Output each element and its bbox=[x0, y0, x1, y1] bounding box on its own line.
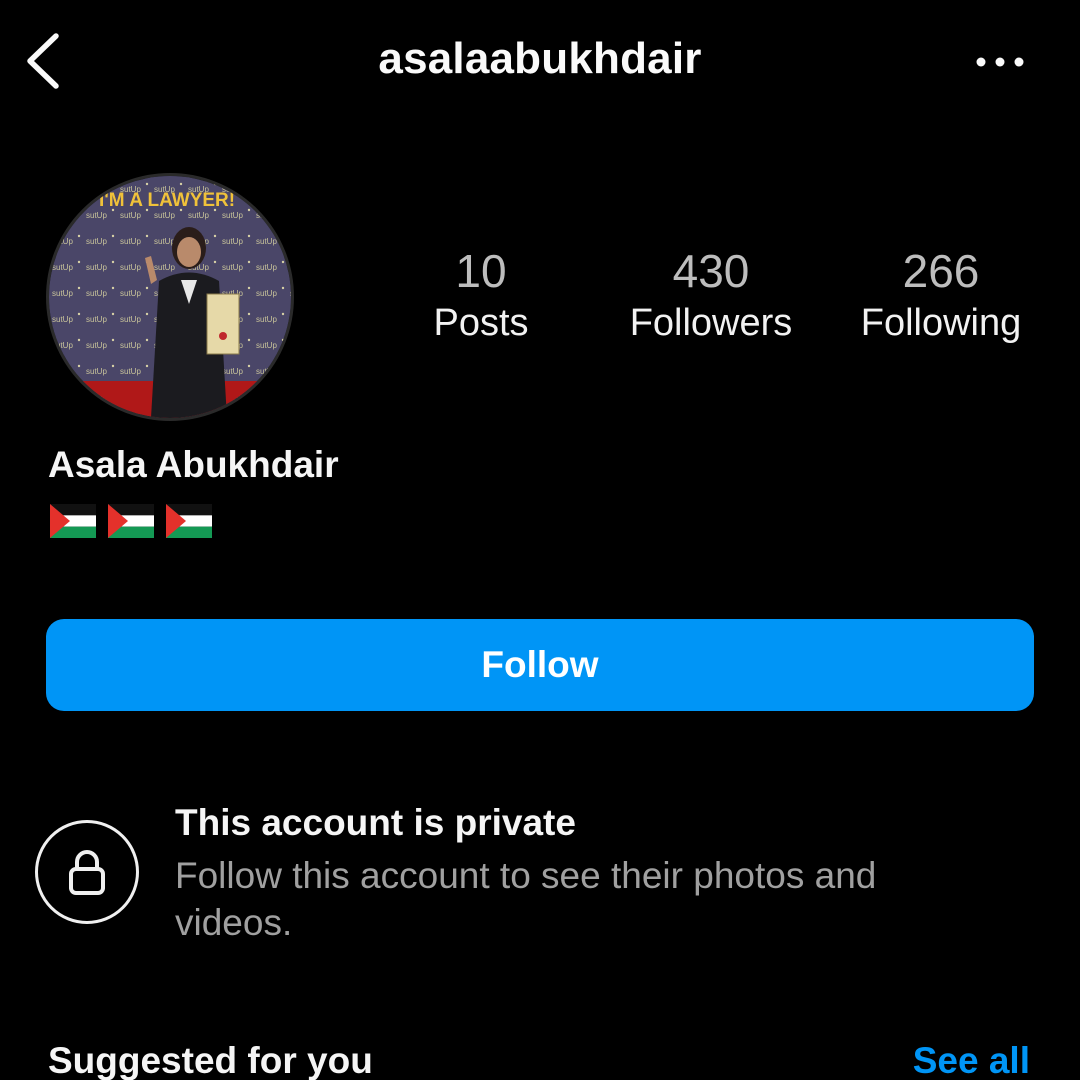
following-count: 266 bbox=[902, 245, 980, 297]
palestine-flag-icon bbox=[108, 504, 154, 538]
avatar-banner-text: I'M A LAWYER! bbox=[99, 190, 235, 211]
stat-following[interactable]: 266 Following bbox=[831, 244, 1051, 348]
palestine-flag-icon bbox=[166, 504, 212, 538]
palestine-flag-icon bbox=[50, 504, 96, 538]
follow-button[interactable]: Follow bbox=[46, 619, 1034, 711]
see-all-link[interactable]: See all bbox=[913, 1040, 1030, 1080]
bio bbox=[50, 504, 212, 538]
posts-label: Posts bbox=[433, 302, 529, 344]
lock-badge bbox=[35, 820, 139, 924]
profile-screen: asalaabukhdair sutUp I'M A LAWYER! bbox=[0, 0, 1080, 1080]
more-horizontal-icon bbox=[976, 57, 1024, 67]
more-options-button[interactable] bbox=[972, 50, 1028, 74]
lock-icon bbox=[69, 850, 105, 895]
suggested-for-you-heading: Suggested for you bbox=[48, 1040, 373, 1080]
stat-posts[interactable]: 10 Posts bbox=[371, 244, 591, 348]
profile-username: asalaabukhdair bbox=[378, 34, 702, 83]
posts-count: 10 bbox=[455, 245, 507, 297]
private-account-title: This account is private bbox=[175, 802, 576, 843]
stat-followers[interactable]: 430 Followers bbox=[601, 244, 821, 348]
followers-count: 430 bbox=[672, 245, 750, 297]
private-account-description: Follow this account to see their photos … bbox=[175, 855, 877, 943]
avatar-photo: sutUp I'M A LAWYER! bbox=[49, 176, 291, 418]
following-label: Following bbox=[860, 302, 1022, 344]
profile-avatar[interactable]: sutUp I'M A LAWYER! bbox=[46, 173, 294, 421]
followers-label: Followers bbox=[629, 302, 793, 344]
display-name: Asala Abukhdair bbox=[48, 444, 339, 485]
